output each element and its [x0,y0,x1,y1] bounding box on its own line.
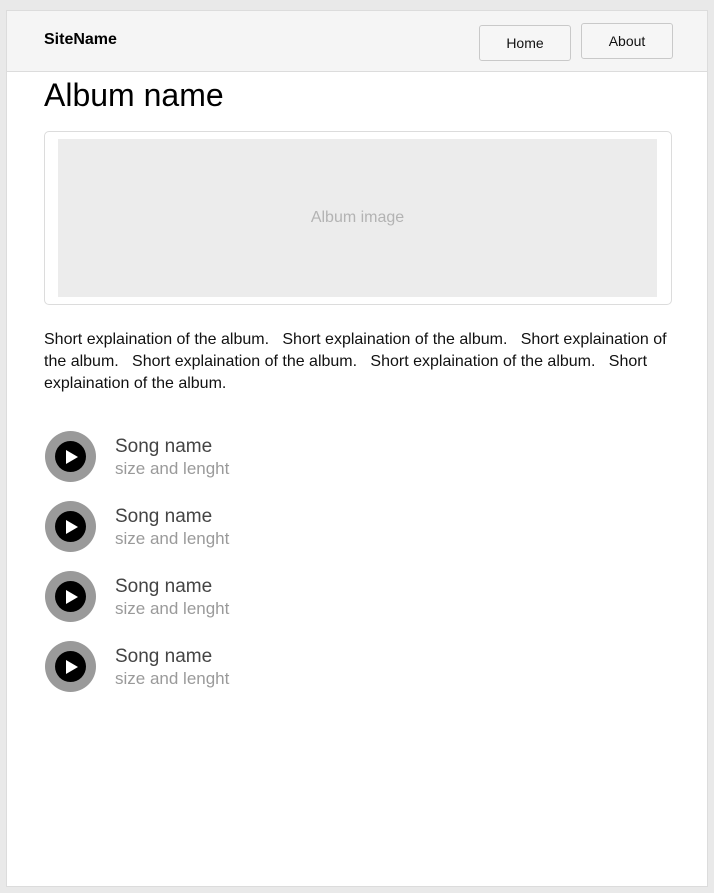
song-name: Song name [115,576,213,597]
song-name: Song name [115,646,213,667]
nav-about-button[interactable]: About [581,23,673,59]
play-icon [55,581,86,612]
page-frame: SiteName Home About Album name Album ima… [6,10,708,887]
play-icon [55,651,86,682]
song-meta: size and lenght [115,529,230,548]
play-button[interactable] [45,431,96,482]
site-brand[interactable]: SiteName [44,31,117,49]
song-meta: size and lenght [115,599,230,618]
album-description: Short explaination of the album. Short e… [44,331,672,392]
song-item: Song name size and lenght [44,571,674,641]
album-title: Album name [44,77,224,113]
album-image-card: Album image [44,131,672,305]
play-button[interactable] [45,501,96,552]
play-icon [55,511,86,542]
song-meta: size and lenght [115,669,230,688]
album-image-placeholder: Album image [58,139,657,297]
play-button[interactable] [45,641,96,692]
song-item: Song name size and lenght [44,501,674,571]
song-list: Song name size and lenght Song name size… [44,431,674,711]
nav-home-button[interactable]: Home [479,25,571,61]
play-icon [55,441,86,472]
song-name: Song name [115,436,213,457]
song-item: Song name size and lenght [44,641,674,711]
song-name: Song name [115,506,213,527]
song-item: Song name size and lenght [44,431,674,501]
play-button[interactable] [45,571,96,622]
song-meta: size and lenght [115,459,230,478]
navbar: SiteName Home About [7,11,707,72]
